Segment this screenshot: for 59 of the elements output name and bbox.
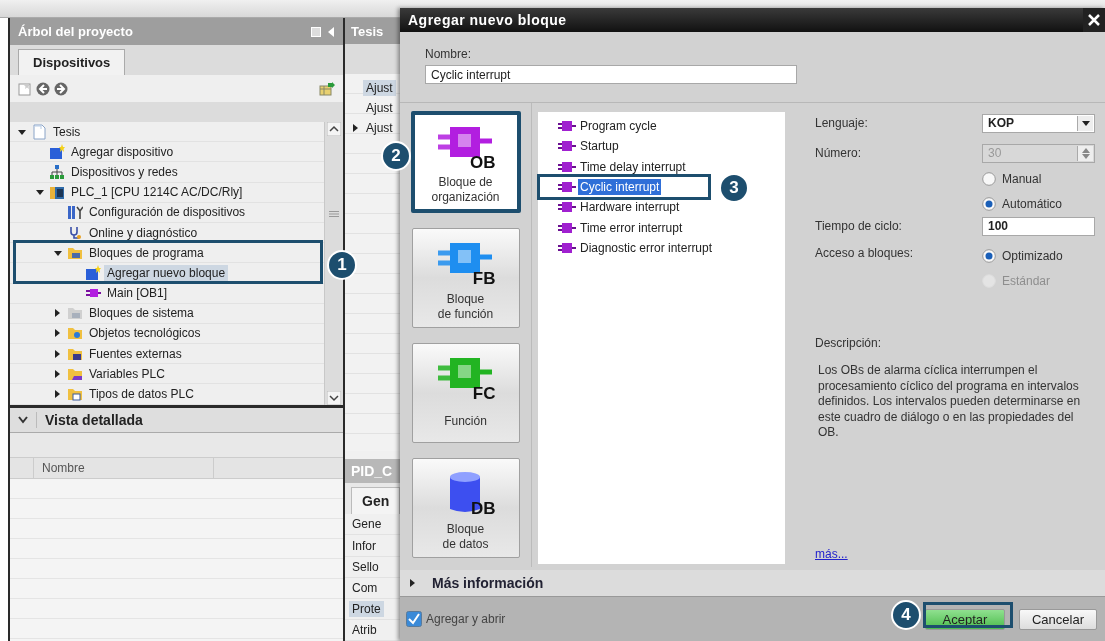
spinner-value: 30 xyxy=(988,146,1002,160)
properties-item[interactable]: Atrib xyxy=(349,621,380,638)
block-type-button[interactable]: FC Función xyxy=(411,343,520,443)
panel-title: Vista detallada xyxy=(36,412,143,428)
properties-item[interactable]: Infor xyxy=(349,537,379,554)
tree-item[interactable]: Objetos tecnológicos xyxy=(86,325,204,342)
tree-item[interactable]: Bloques de programa xyxy=(86,244,207,261)
properties-item[interactable]: Sello xyxy=(349,558,382,575)
panel-title: Árbol del proyecto xyxy=(18,24,134,39)
list-item[interactable]: Time error interrupt xyxy=(578,219,685,236)
list-item[interactable]: Startup xyxy=(578,138,621,155)
block-type-button[interactable]: OB Bloque de organización xyxy=(410,111,521,213)
checkbox-label[interactable]: Agregar y abrir xyxy=(426,612,506,626)
field-label: Nombre: xyxy=(425,47,472,61)
settings-item[interactable]: Ajust xyxy=(363,119,396,136)
properties-item[interactable]: Com xyxy=(349,579,381,596)
tree-item[interactable]: Variables PLC xyxy=(86,365,168,382)
settings-item[interactable]: Ajust xyxy=(363,99,396,116)
block-code: DB xyxy=(470,500,496,517)
properties-item[interactable]: Prote xyxy=(349,600,384,617)
tree-item[interactable]: Bloques de sistema xyxy=(86,305,197,322)
cycle-time-field[interactable]: 100 xyxy=(982,216,1095,236)
tab[interactable]: Dispositivos xyxy=(18,49,126,75)
block-code: FC xyxy=(472,385,496,402)
radio-label[interactable]: Optimizado xyxy=(1002,249,1063,263)
list-item[interactable]: Program cycle xyxy=(578,118,659,135)
tree-item[interactable]: Tipos de datos PLC xyxy=(86,386,197,403)
tree-item[interactable]: Tesis xyxy=(50,123,84,140)
properties-item[interactable]: Gene xyxy=(349,516,385,533)
tree-item[interactable]: Configuración de dispositivos xyxy=(86,204,249,221)
language-dropdown[interactable]: KOP xyxy=(982,113,1095,133)
tree-item[interactable]: Fuentes externas xyxy=(86,345,185,362)
list-item[interactable]: Diagnostic error interrupt xyxy=(578,239,715,256)
field-label: Lenguaje: xyxy=(815,116,869,130)
tree-item[interactable]: Online y diagnóstico xyxy=(86,224,201,241)
field-label: Número: xyxy=(815,146,862,160)
block-code: FB xyxy=(472,270,496,287)
block-type-button[interactable]: FB Bloque de función xyxy=(411,228,520,328)
tab[interactable]: Gen xyxy=(351,487,401,515)
tree-item[interactable]: Agregar nuevo bloque xyxy=(104,264,229,281)
settings-item[interactable]: Ajust xyxy=(363,79,396,96)
field-label: Tiempo de ciclo: xyxy=(815,219,903,233)
list-item[interactable]: Hardware interrupt xyxy=(578,199,682,216)
field-label: Acceso a bloques: xyxy=(815,246,915,260)
dropdown-value: KOP xyxy=(988,116,1014,130)
expander-label[interactable]: Más información xyxy=(432,575,544,591)
tree-item[interactable]: PLC_1 [CPU 1214C AC/DC/Rly] xyxy=(68,184,246,201)
cancel-button[interactable]: Cancelar xyxy=(1019,608,1097,630)
tree-item[interactable]: Dispositivos y redes xyxy=(68,163,181,180)
block-code: OB xyxy=(470,154,496,171)
description-text: Los OBs de alarma cíclica interrumpen el procesamiento cíclico del programa en intervalos definidos. Los intervalos pueden determinarse en este cuadro de diálogo o en las propiedades del OB. xyxy=(817,363,1082,441)
list-item[interactable]: Time delay interrupt xyxy=(578,158,688,175)
name-field[interactable]: Cyclic interrupt xyxy=(425,65,797,84)
tree-item[interactable]: Main [OB1] xyxy=(104,285,171,302)
tree-item[interactable]: Agregar dispositivo xyxy=(68,143,177,160)
more-link[interactable]: más... xyxy=(815,547,848,561)
description-label: Descripción: xyxy=(815,336,883,350)
list-item[interactable]: Cyclic interrupt xyxy=(578,179,662,196)
block-type-button[interactable]: DB Bloque de datos xyxy=(411,458,520,558)
